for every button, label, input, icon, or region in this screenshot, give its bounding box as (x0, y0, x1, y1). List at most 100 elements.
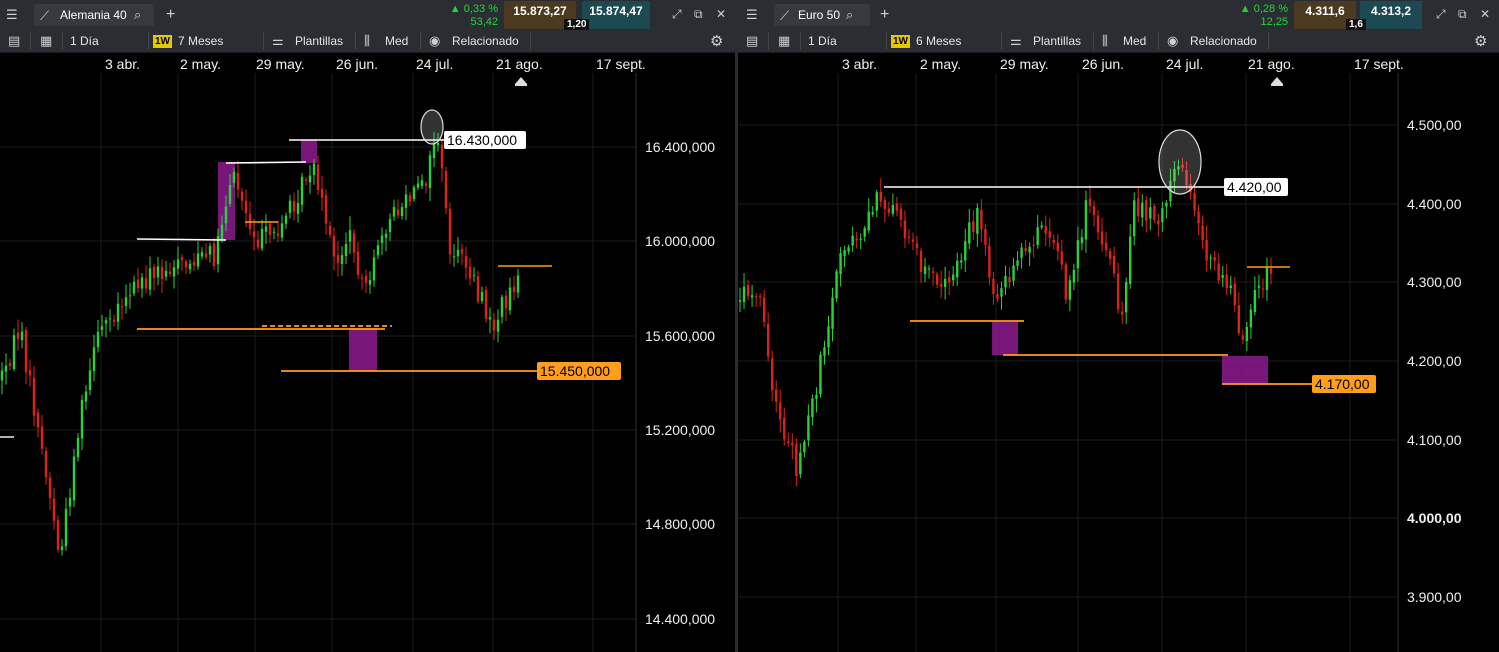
candle-body (476, 276, 480, 302)
candle-body (344, 244, 348, 256)
candle-body (136, 279, 140, 289)
candle-body (968, 222, 971, 244)
candle-body (256, 239, 260, 248)
candle-body (452, 256, 456, 258)
resistance-line (225, 161, 307, 164)
candle-body (208, 246, 212, 255)
candle-body (1245, 326, 1249, 342)
candle-body (64, 508, 68, 547)
candle-body (96, 331, 100, 347)
candle-body (360, 277, 364, 279)
candle-body (746, 284, 750, 297)
candle-body (738, 300, 742, 302)
candle-body (16, 332, 20, 339)
candle-body (184, 261, 188, 268)
candle-body (927, 268, 931, 270)
candle-body (336, 255, 340, 263)
candle-body (320, 188, 324, 198)
candle-body (340, 255, 344, 264)
candle-body (196, 253, 200, 267)
candle-body (52, 498, 56, 521)
y-axis-label: 15.600,000 (645, 328, 715, 344)
candle-body (224, 206, 228, 224)
candle-body (396, 209, 400, 216)
candle-body (104, 320, 108, 324)
candle-body (172, 267, 176, 277)
resistance-line (136, 238, 227, 241)
candle-body (20, 331, 24, 341)
candle-body (947, 277, 951, 283)
candle-body (164, 270, 168, 277)
candle-body (388, 219, 392, 232)
candle-body (120, 306, 124, 308)
candle-body (464, 256, 468, 269)
candle-body (284, 215, 288, 224)
candle-body (1137, 198, 1140, 217)
candle-body (88, 370, 92, 391)
candle-body (1056, 242, 1059, 252)
candle-body (1201, 225, 1204, 241)
candle-body (1193, 193, 1196, 211)
candle-body (32, 377, 36, 416)
candle-body (260, 229, 264, 249)
candle-body (899, 208, 903, 220)
candle-body (1000, 288, 1003, 297)
right-candlestick-chart[interactable]: 4.500,00 4.400,00 4.300,00 4.200,00 4.100,00… (738, 0, 1499, 652)
candle-body (60, 546, 64, 551)
candle-body (372, 257, 376, 281)
candle-body (1237, 305, 1241, 334)
candle-body (891, 205, 895, 214)
candle-body (1161, 208, 1164, 223)
candle-body (12, 335, 16, 369)
candle-body (204, 253, 208, 258)
candle-body (992, 278, 995, 295)
candle-body (956, 260, 959, 278)
candle-body (296, 203, 300, 214)
support-price-label: 15.450,000 (540, 363, 610, 379)
candle-body (276, 233, 280, 236)
candle-body (1020, 247, 1023, 258)
candle-body (770, 358, 774, 391)
candle-body (931, 271, 935, 273)
candle-body (76, 437, 80, 458)
candle-body (468, 266, 472, 279)
left-candlestick-chart[interactable]: 16.400,000 16.000,000 15.600,000 15.200,000… (0, 0, 735, 652)
candle-body (24, 329, 28, 373)
candle-body (144, 278, 148, 289)
candle-body (280, 223, 284, 238)
candle-body (44, 451, 48, 478)
candle-body (380, 235, 384, 243)
candle-body (1249, 309, 1253, 328)
candle-body (472, 275, 476, 277)
candle-body (887, 208, 891, 214)
candle-body (819, 354, 822, 395)
candle-body (923, 266, 927, 275)
candle-body (791, 442, 794, 446)
candle-body (496, 319, 500, 332)
y-axis-label: 16.400,000 (645, 139, 715, 155)
candle-body (328, 225, 332, 235)
candle-body (424, 183, 428, 187)
candle-body (200, 252, 204, 257)
candle-body (176, 259, 180, 269)
candle-body (4, 365, 8, 372)
candle-body (1149, 207, 1152, 219)
candle-body (742, 286, 746, 303)
candle-body (40, 426, 44, 449)
candle-body (980, 209, 983, 230)
candle-body (236, 172, 240, 190)
candle-body (1088, 198, 1092, 206)
candle-body (140, 277, 144, 289)
event-marker-icon (1271, 77, 1283, 86)
candle-body (148, 268, 152, 290)
candle-body (1165, 202, 1168, 207)
y-axis-label: 15.200,000 (645, 422, 715, 438)
candle-body (272, 231, 276, 233)
candle-body (835, 271, 838, 299)
candle-body (1120, 311, 1124, 315)
candle-body (1032, 244, 1035, 246)
candle-body (1253, 290, 1257, 313)
candle-body (324, 195, 328, 224)
candle-body (404, 194, 408, 208)
candle-body (839, 253, 842, 275)
